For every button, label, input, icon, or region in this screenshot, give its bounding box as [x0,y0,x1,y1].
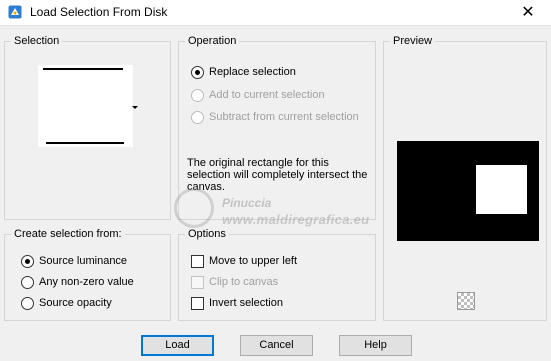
radio-button[interactable] [21,296,34,310]
radio-button[interactable] [191,65,204,79]
operation-info-text: The original rectangle for this selectio… [187,157,368,193]
create-selection-group-title: Create selection from: [11,227,125,241]
radio-any-non-zero-value[interactable]: Any non-zero value [21,274,134,290]
checkbox-move-to-upper-left[interactable]: Move to upper left [191,253,297,269]
checkbox-invert-selection[interactable]: Invert selection [191,295,283,311]
operation-group: Operation Replace selection Add to curre… [178,34,376,220]
selection-swatch-bottom-line [46,142,124,144]
checkbox-label: Move to upper left [209,255,298,267]
load-button[interactable]: Load [141,335,214,356]
checkbox[interactable] [191,296,204,310]
cancel-button[interactable]: Cancel [240,335,313,356]
selection-swatch-top-line [43,68,123,70]
chevron-down-icon[interactable] [132,106,138,109]
transparency-checker-icon[interactable] [457,292,475,310]
checkbox-clip-to-canvas[interactable]: Clip to canvas [191,274,278,290]
radio-add-to-selection[interactable]: Add to current selection [191,87,325,103]
app-icon [8,5,22,19]
preview-selection-area [476,165,527,214]
radio-source-opacity[interactable]: Source opacity [21,295,112,311]
checkbox[interactable] [191,254,204,268]
preview-group: Preview [383,34,547,321]
radio-button[interactable] [191,88,204,102]
radio-label: Add to current selection [209,89,325,101]
selection-group-title: Selection [11,34,63,48]
options-group: Options Move to upper left Clip to canva… [178,227,376,321]
close-icon: ✕ [521,4,535,21]
radio-button[interactable] [21,254,34,268]
radio-label: Subtract from current selection [209,111,359,123]
title-bar: Load Selection From Disk ✕ [0,0,551,26]
checkbox-label: Clip to canvas [209,276,279,288]
radio-subtract-from-selection[interactable]: Subtract from current selection [191,109,359,125]
radio-label: Source luminance [39,255,128,267]
help-button[interactable]: Help [339,335,412,356]
radio-button[interactable] [191,110,204,124]
create-selection-group: Create selection from: Source luminance … [4,227,171,321]
selection-group: Selection [4,34,171,220]
radio-button[interactable] [21,275,34,289]
selection-swatch[interactable] [38,65,133,147]
options-group-title: Options [185,227,229,241]
close-button[interactable]: ✕ [505,0,551,26]
radio-source-luminance[interactable]: Source luminance [21,253,127,269]
preview-group-title: Preview [390,34,436,48]
radio-replace-selection[interactable]: Replace selection [191,64,296,80]
preview-canvas [397,141,539,241]
radio-label: Replace selection [209,66,296,78]
checkbox-label: Invert selection [209,297,283,309]
operation-group-title: Operation [185,34,240,48]
radio-label: Any non-zero value [39,276,134,288]
checkbox[interactable] [191,275,204,289]
window-title: Load Selection From Disk [30,5,168,19]
radio-label: Source opacity [39,297,112,309]
